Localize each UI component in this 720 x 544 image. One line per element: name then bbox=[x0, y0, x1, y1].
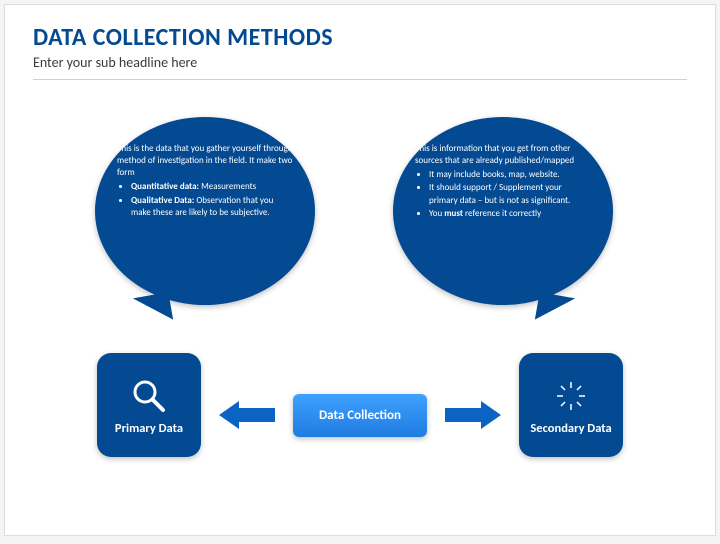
primary-node-label: Primary Data bbox=[115, 421, 183, 436]
bubble-tail bbox=[535, 292, 575, 326]
center-pill: Data Collection bbox=[293, 394, 427, 437]
page-title: DATA COLLECTION METHODS bbox=[5, 5, 715, 52]
secondary-intro: This is information that you get from ot… bbox=[415, 143, 591, 167]
primary-item: Qualitative Data: Observation that you m… bbox=[131, 195, 293, 219]
primary-intro: This is the data that you gather yoursel… bbox=[117, 143, 293, 179]
secondary-item: It should support / Supplement your prim… bbox=[429, 182, 591, 206]
primary-item: Quantitative data: Measurements bbox=[131, 181, 293, 193]
flow-row: Primary Data Data Collection bbox=[5, 353, 715, 457]
center-label: Data Collection bbox=[319, 408, 401, 423]
divider bbox=[33, 79, 687, 80]
secondary-node-label: Secondary Data bbox=[530, 421, 611, 436]
primary-list: Quantitative data: Measurements Qualitat… bbox=[117, 181, 293, 218]
secondary-item: It may include books, map, website. bbox=[429, 169, 591, 181]
speech-bubble-secondary: This is information that you get from ot… bbox=[393, 117, 613, 305]
secondary-item: You must reference it correctly bbox=[429, 208, 591, 220]
magnifier-icon bbox=[128, 375, 170, 417]
arrow-right-icon bbox=[445, 401, 501, 429]
secondary-data-node: Secondary Data bbox=[519, 353, 623, 457]
primary-data-node: Primary Data bbox=[97, 353, 201, 457]
speech-bubble-primary: This is the data that you gather yoursel… bbox=[95, 117, 315, 305]
slide: DATA COLLECTION METHODS Enter your sub h… bbox=[4, 4, 716, 536]
arrow-left-icon bbox=[219, 401, 275, 429]
secondary-list: It may include books, map, website. It s… bbox=[415, 169, 591, 220]
burst-icon bbox=[550, 375, 592, 417]
page-subtitle: Enter your sub headline here bbox=[5, 52, 715, 71]
bubble-tail bbox=[133, 292, 173, 326]
